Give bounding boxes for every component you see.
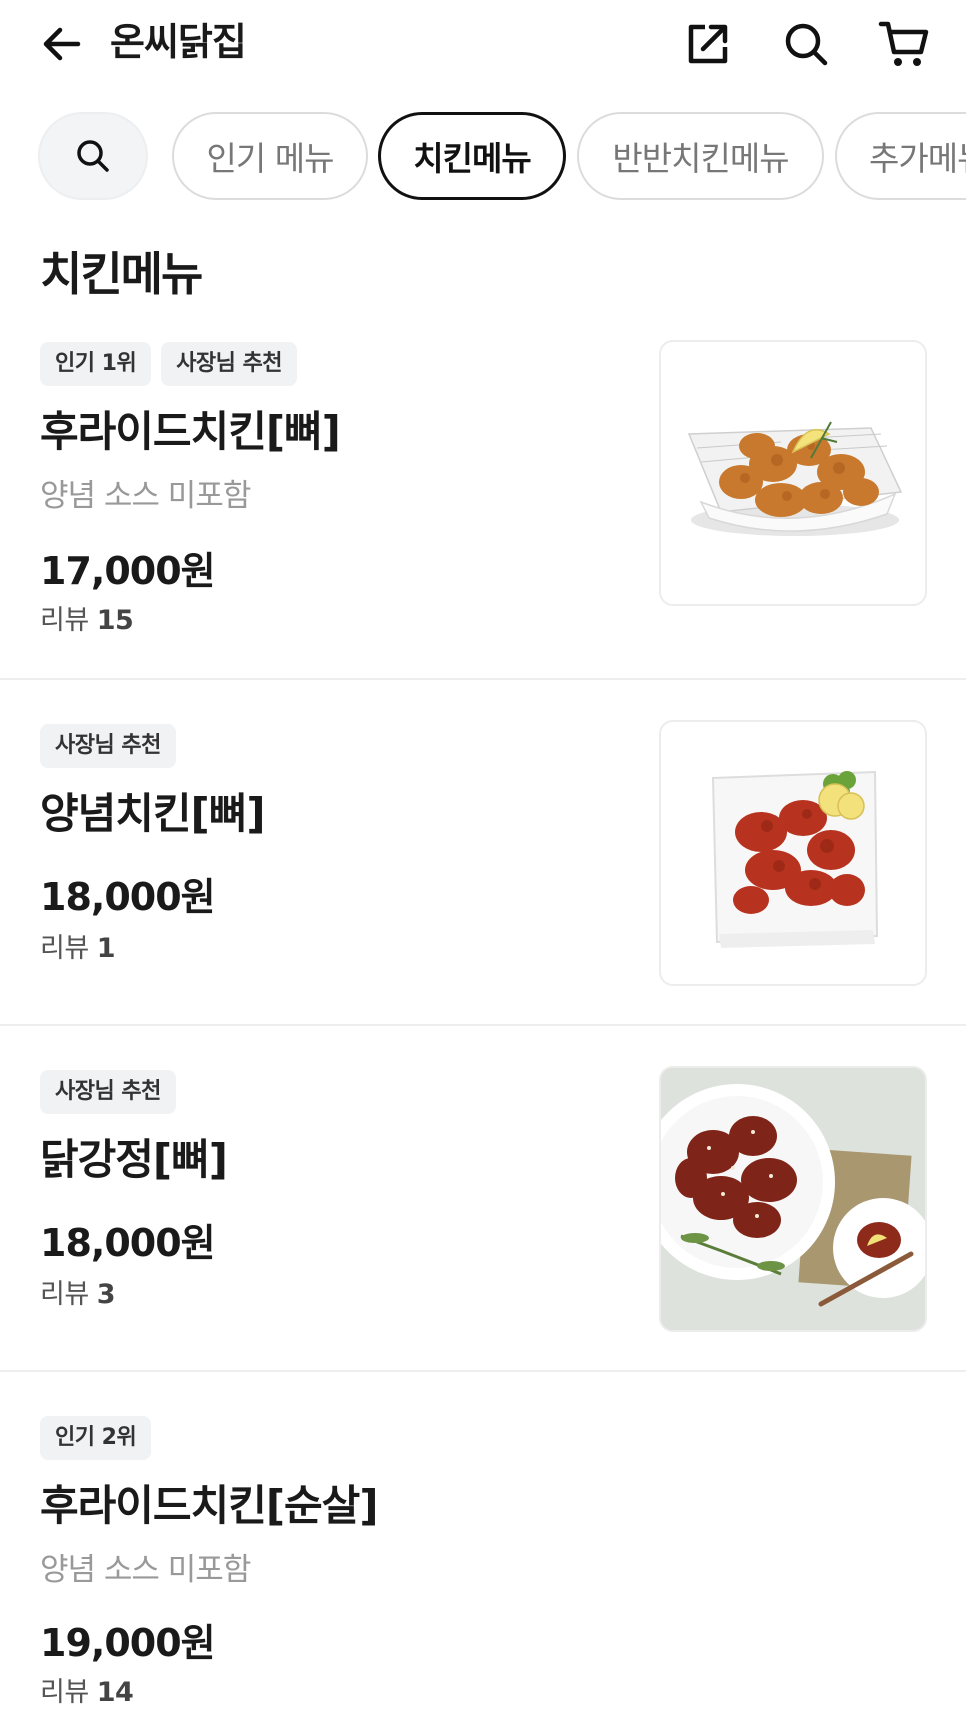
chip-chicken-menu[interactable]: 치킨메뉴 [378,112,566,200]
menu-item[interactable]: 사장님 추천 닭강정[뼈] 18,000원 리뷰 3 [0,1026,966,1372]
item-description: 양념 소스 미포함 [40,1552,251,1588]
review-label: 리뷰 [40,933,89,964]
store-title: 온씨닭집 [110,20,247,64]
item-price: 19,000원 [40,1621,216,1665]
chip-popular-menu[interactable]: 인기 메뉴 [172,112,368,200]
recommend-badge: 사장님 추천 [161,342,298,386]
fried-chicken-image [661,342,925,604]
item-review: 리뷰 1 [40,926,115,965]
recommend-badge: 사장님 추천 [40,724,176,768]
badge-group: 인기 2위 [40,1416,152,1460]
chip-half-half-menu[interactable]: 반반치킨메뉴 [577,112,824,200]
cart-icon [878,21,929,66]
section-title: 치킨메뉴 [40,247,203,301]
back-arrow-icon [43,27,81,61]
item-review: 리뷰 3 [40,1272,115,1311]
item-review: 리뷰 15 [40,598,134,637]
item-price: 17,000원 [40,549,216,593]
menu-item[interactable]: 인기 1위 사장님 추천 후라이드치킨[뼈] 양념 소스 미포함 17,000원… [0,330,966,680]
review-label: 리뷰 [40,1677,89,1708]
item-name[interactable]: 후라이드치킨[순살] [40,1472,379,1533]
badge-group: 인기 1위 사장님 추천 [40,342,298,386]
search-button[interactable] [776,14,836,74]
share-icon [688,24,728,64]
review-count: 14 [96,1677,134,1708]
item-name[interactable]: 닭강정[뼈] [40,1126,228,1187]
badge-group: 사장님 추천 [40,724,176,768]
item-image[interactable] [659,720,927,986]
seasoned-chicken-image [661,722,925,984]
menu-search-chip[interactable] [38,112,148,200]
search-icon [785,23,828,66]
recommend-badge: 사장님 추천 [40,1070,176,1114]
back-button[interactable] [34,16,90,72]
chip-extra-menu[interactable]: 추가메뉴 [835,112,966,200]
cart-button[interactable] [874,14,934,74]
review-count: 1 [96,933,116,964]
menu-item[interactable]: 사장님 추천 양념치킨[뼈] 18,000원 리뷰 1 [0,680,966,1026]
app-header: 온씨닭집 [0,0,966,84]
item-price: 18,000원 [40,875,216,919]
item-price: 18,000원 [40,1221,216,1265]
rank-badge: 인기 2위 [40,1416,152,1460]
item-review: 리뷰 14 [40,1670,134,1709]
review-count: 15 [96,605,134,636]
item-name[interactable]: 양념치킨[뼈] [40,780,266,841]
search-icon [77,140,109,172]
menu-item[interactable]: 인기 2위 후라이드치킨[순살] 양념 소스 미포함 19,000원 리뷰 14 [0,1372,966,1722]
badge-group: 사장님 추천 [40,1070,176,1114]
review-label: 리뷰 [40,605,89,636]
item-description: 양념 소스 미포함 [40,478,251,514]
item-image[interactable] [659,340,927,606]
item-image[interactable] [659,1066,927,1332]
category-chips: 인기 메뉴 치킨메뉴 반반치킨메뉴 추가메뉴 [0,112,966,202]
review-count: 3 [96,1279,116,1310]
dakgangjeong-image [661,1068,925,1330]
review-label: 리뷰 [40,1279,89,1310]
share-button[interactable] [678,14,738,74]
rank-badge: 인기 1위 [40,342,152,386]
item-name[interactable]: 후라이드치킨[뼈] [40,398,341,459]
